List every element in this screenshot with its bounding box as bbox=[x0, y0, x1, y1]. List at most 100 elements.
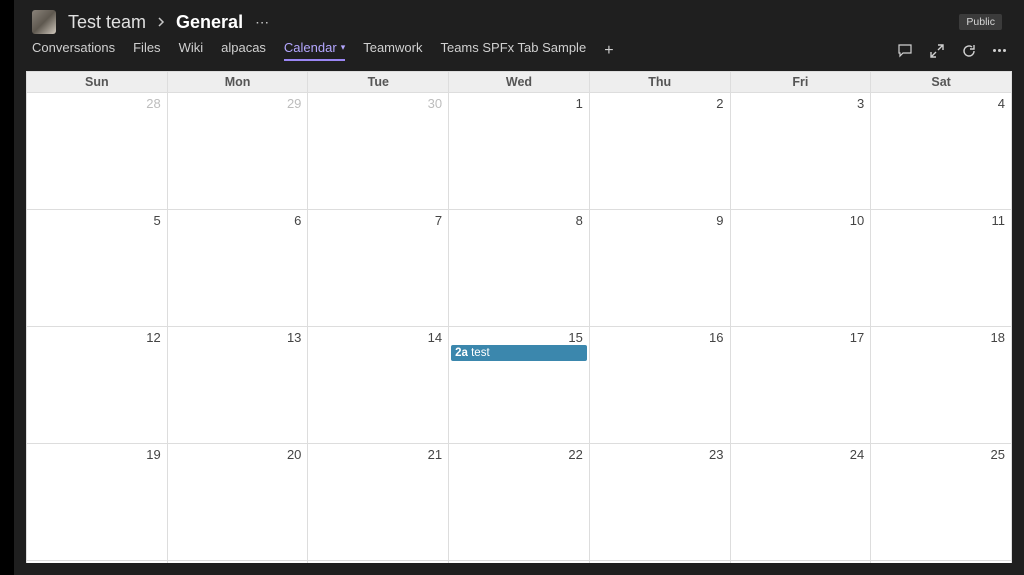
day-number: 14 bbox=[308, 327, 448, 345]
day-number: 10 bbox=[731, 210, 871, 228]
team-avatar[interactable] bbox=[32, 10, 56, 34]
channel-name: General bbox=[176, 12, 243, 33]
tabs-row: Conversations Files Wiki alpacas Calenda… bbox=[14, 40, 1024, 71]
day-number: 26 bbox=[27, 561, 167, 563]
calendar-cell[interactable]: 4 bbox=[871, 93, 1012, 210]
calendar-grid: SunMonTueWedThuFriSat 282930123456789101… bbox=[26, 71, 1012, 563]
day-number: 21 bbox=[308, 444, 448, 462]
calendar-cell[interactable]: 10 bbox=[730, 210, 871, 327]
day-number: 7 bbox=[308, 210, 448, 228]
tab-calendar-label: Calendar bbox=[284, 40, 337, 55]
calendar-cell[interactable]: 1 bbox=[871, 561, 1012, 564]
day-header: Tue bbox=[308, 72, 449, 93]
tab-content: SunMonTueWedThuFriSat 282930123456789101… bbox=[14, 71, 1024, 575]
calendar-cell[interactable]: 9 bbox=[589, 210, 730, 327]
calendar-cell[interactable]: 30 bbox=[308, 93, 449, 210]
tabs-list: Conversations Files Wiki alpacas Calenda… bbox=[32, 40, 614, 61]
add-tab-button[interactable]: + bbox=[604, 43, 613, 59]
day-number: 23 bbox=[590, 444, 730, 462]
day-number: 30 bbox=[308, 93, 448, 111]
tab-teamwork[interactable]: Teamwork bbox=[363, 40, 422, 61]
calendar-cell[interactable]: 8 bbox=[449, 210, 590, 327]
tab-conversations[interactable]: Conversations bbox=[32, 40, 115, 61]
calendar-cell[interactable]: 16 bbox=[589, 327, 730, 444]
day-number: 9 bbox=[590, 210, 730, 228]
expand-icon[interactable] bbox=[929, 43, 945, 59]
calendar-cell[interactable]: 1 bbox=[449, 93, 590, 210]
day-number: 27 bbox=[168, 561, 308, 563]
chevron-right-icon bbox=[156, 14, 166, 30]
calendar-cell[interactable]: 6 bbox=[167, 210, 308, 327]
left-rail bbox=[0, 0, 14, 575]
day-number: 15 bbox=[449, 327, 589, 345]
day-header: Sun bbox=[27, 72, 168, 93]
calendar-cell[interactable]: 5 bbox=[27, 210, 168, 327]
calendar-cell[interactable]: 152a test bbox=[449, 327, 590, 444]
tab-files[interactable]: Files bbox=[133, 40, 160, 61]
calendar-cell[interactable]: 25 bbox=[871, 444, 1012, 561]
calendar-cell[interactable]: 13 bbox=[167, 327, 308, 444]
day-number: 2 bbox=[590, 93, 730, 111]
calendar-cell[interactable]: 20 bbox=[167, 444, 308, 561]
day-number: 18 bbox=[871, 327, 1011, 345]
calendar-cell[interactable]: 21 bbox=[308, 444, 449, 561]
day-number: 11 bbox=[871, 210, 1011, 228]
calendar-frame[interactable]: SunMonTueWedThuFriSat 282930123456789101… bbox=[26, 71, 1012, 563]
day-number: 8 bbox=[449, 210, 589, 228]
main-area: Test team General ⋯ Public Conversations… bbox=[14, 0, 1024, 575]
day-number: 3 bbox=[731, 93, 871, 111]
calendar-cell[interactable]: 11 bbox=[871, 210, 1012, 327]
calendar-cell[interactable]: 28 bbox=[308, 561, 449, 564]
calendar-cell[interactable]: 3 bbox=[730, 93, 871, 210]
chevron-down-icon[interactable]: ▾ bbox=[341, 42, 346, 53]
calendar-cell[interactable]: 29 bbox=[449, 561, 590, 564]
team-name-link[interactable]: Test team bbox=[68, 12, 146, 33]
day-header: Wed bbox=[449, 72, 590, 93]
tab-actions bbox=[897, 43, 1006, 59]
calendar-cell[interactable]: 24 bbox=[730, 444, 871, 561]
day-number: 30 bbox=[590, 561, 730, 563]
refresh-icon[interactable] bbox=[961, 43, 977, 59]
tab-calendar[interactable]: Calendar ▾ bbox=[284, 40, 345, 61]
day-number: 28 bbox=[27, 93, 167, 111]
calendar-cell[interactable]: 22 bbox=[449, 444, 590, 561]
day-number: 24 bbox=[731, 444, 871, 462]
day-number: 4 bbox=[871, 93, 1011, 111]
breadcrumb: Test team General ⋯ bbox=[68, 12, 959, 33]
calendar-cell[interactable]: 30 bbox=[589, 561, 730, 564]
calendar-cell[interactable]: 2 bbox=[589, 93, 730, 210]
calendar-cell[interactable]: 31 bbox=[730, 561, 871, 564]
day-header: Sat bbox=[871, 72, 1012, 93]
day-number: 19 bbox=[27, 444, 167, 462]
calendar-cell[interactable]: 28 bbox=[27, 93, 168, 210]
day-number: 12 bbox=[27, 327, 167, 345]
calendar-cell[interactable]: 18 bbox=[871, 327, 1012, 444]
day-number: 1 bbox=[871, 561, 1011, 563]
calendar-cell[interactable]: 27 bbox=[167, 561, 308, 564]
breadcrumb-more-icon[interactable]: ⋯ bbox=[255, 14, 269, 31]
day-number: 1 bbox=[449, 93, 589, 111]
more-actions-icon[interactable] bbox=[993, 49, 1006, 52]
privacy-badge: Public bbox=[959, 14, 1002, 30]
calendar-cell[interactable]: 29 bbox=[167, 93, 308, 210]
tab-alpacas[interactable]: alpacas bbox=[221, 40, 266, 61]
calendar-cell[interactable]: 26 bbox=[27, 561, 168, 564]
tab-spfx-sample[interactable]: Teams SPFx Tab Sample bbox=[440, 40, 586, 61]
day-header: Thu bbox=[589, 72, 730, 93]
comment-icon[interactable] bbox=[897, 43, 913, 59]
day-number: 17 bbox=[731, 327, 871, 345]
calendar-event[interactable]: 2a test bbox=[451, 345, 587, 361]
calendar-cell[interactable]: 23 bbox=[589, 444, 730, 561]
day-number: 13 bbox=[168, 327, 308, 345]
day-number: 25 bbox=[871, 444, 1011, 462]
tab-wiki[interactable]: Wiki bbox=[179, 40, 204, 61]
day-number: 16 bbox=[590, 327, 730, 345]
day-number: 22 bbox=[449, 444, 589, 462]
calendar-cell[interactable]: 19 bbox=[27, 444, 168, 561]
day-number: 5 bbox=[27, 210, 167, 228]
calendar-cell[interactable]: 17 bbox=[730, 327, 871, 444]
calendar-cell[interactable]: 14 bbox=[308, 327, 449, 444]
calendar-cell[interactable]: 7 bbox=[308, 210, 449, 327]
channel-header: Test team General ⋯ Public bbox=[14, 0, 1024, 40]
calendar-cell[interactable]: 12 bbox=[27, 327, 168, 444]
